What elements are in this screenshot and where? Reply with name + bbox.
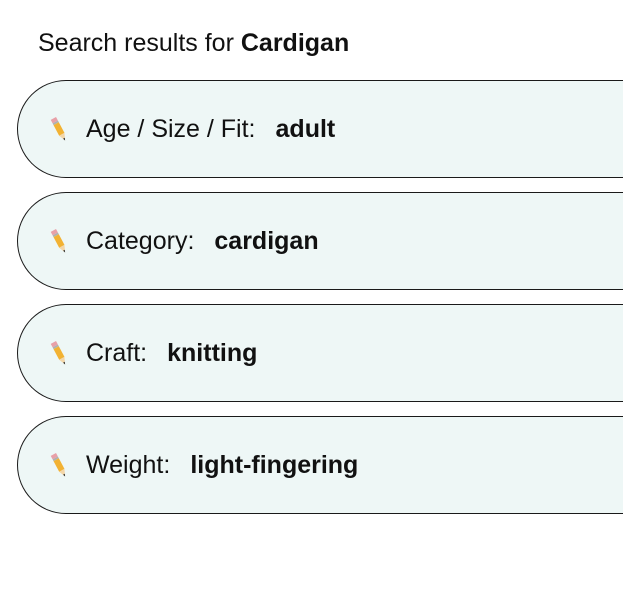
- pencil-icon: [50, 228, 66, 253]
- filter-value: adult: [275, 114, 336, 143]
- filter-label: Category:: [86, 226, 195, 255]
- pencil-icon: [50, 116, 66, 141]
- filter-list: Age / Size / Fit: adult Category: cardig…: [17, 80, 623, 528]
- pencil-icon: [50, 452, 66, 477]
- search-query: Cardigan: [240, 29, 350, 57]
- filter-pill-weight[interactable]: Weight: light-fingering: [17, 416, 623, 514]
- filter-value: light-fingering: [190, 450, 359, 479]
- filter-value: knitting: [167, 338, 258, 367]
- filter-label: Craft:: [86, 338, 148, 367]
- filter-label: Weight:: [86, 450, 171, 479]
- filter-value: cardigan: [214, 226, 319, 255]
- search-results-heading: Search results for Cardigan: [38, 27, 349, 59]
- search-results-prefix: Search results for: [38, 29, 234, 57]
- filter-pill-category[interactable]: Category: cardigan: [17, 192, 623, 290]
- filter-label: Age / Size / Fit:: [86, 114, 256, 143]
- pencil-icon: [50, 340, 66, 365]
- filter-pill-craft[interactable]: Craft: knitting: [17, 304, 623, 402]
- filter-pill-age-size-fit[interactable]: Age / Size / Fit: adult: [17, 80, 623, 178]
